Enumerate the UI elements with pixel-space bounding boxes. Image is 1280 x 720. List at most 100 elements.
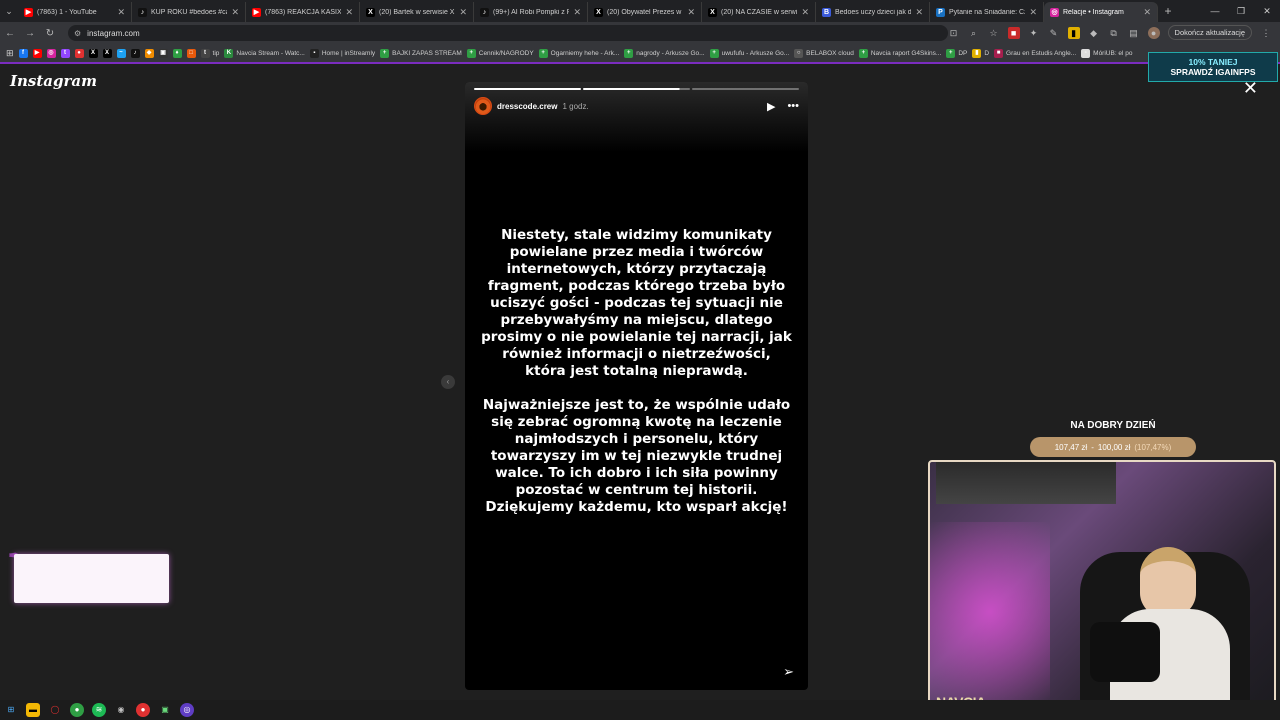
install-icon[interactable]: ⊡ (948, 27, 960, 39)
steam-icon[interactable]: ◉ (114, 703, 128, 717)
tab-close-icon[interactable]: ✕ (801, 7, 809, 18)
obs-icon[interactable]: ◎ (180, 703, 194, 717)
bookmark-item[interactable]: + BAJKI ZAPAS STREAM (380, 48, 462, 58)
bookmark-item[interactable]: + nagrody - Arkusze Go... (624, 48, 705, 58)
bookmark-item[interactable]: ○ BELABOX cloud (794, 48, 854, 58)
browser-tab[interactable]: X (20) Obywatel Prezes w serwi ✕ (588, 2, 702, 22)
extensions-puzzle-icon[interactable]: ⧉ (1108, 27, 1120, 39)
browser-tab[interactable]: B Bedoes uczy dzieci jak działa✕ (816, 2, 930, 22)
extension-icon[interactable]: ✎ (1048, 27, 1060, 39)
chrome-icon[interactable]: ● (70, 703, 84, 717)
bookmark-item[interactable]: t tip (200, 48, 219, 58)
browser-tab[interactable]: X (20) NA CZASIE w serwisie X: ✕ (702, 2, 816, 22)
tab-close-icon[interactable]: ✕ (345, 7, 353, 18)
bookmark-item[interactable]: + uwufufu - Arkusze Go... (709, 48, 790, 58)
more-options-icon[interactable]: ••• (787, 100, 799, 112)
bookmark-item[interactable]: X (102, 48, 112, 58)
story-username[interactable]: dresscode.crew (497, 102, 557, 111)
story-viewer[interactable]: dresscode.crew 1 godz. ▶ ••• Niestety, s… (465, 82, 808, 690)
tab-search-icon[interactable]: ⌄ (0, 0, 18, 22)
bookmark-favicon-icon: + (624, 48, 634, 58)
extension-icon[interactable]: ◆ (1088, 27, 1100, 39)
tab-close-icon[interactable]: ✕ (915, 7, 923, 18)
tab-close-icon[interactable]: ✕ (1143, 7, 1151, 18)
tab-close-icon[interactable]: ✕ (573, 7, 581, 18)
new-tab-button[interactable]: + (1158, 4, 1178, 18)
terminal-icon[interactable]: ▣ (158, 703, 172, 717)
bookmark-item[interactable]: ▫ MóriUB: el po (1081, 48, 1133, 58)
bookmark-item[interactable]: ▪ Home | inStreamly (309, 48, 375, 58)
back-icon[interactable]: ← (0, 22, 20, 44)
bookmark-label: Navcia raport G4Skins... (870, 49, 942, 57)
bookmark-item[interactable]: + Cennik/NAGRODY (466, 48, 534, 58)
bookmark-item[interactable]: ▶ (32, 48, 42, 58)
bookmark-item[interactable]: ▮ D (972, 48, 989, 58)
bookmark-item[interactable]: + Navcia raport G4Skins... (858, 48, 942, 58)
restore-icon[interactable]: ❐ (1228, 0, 1254, 22)
tab-close-icon[interactable]: ✕ (687, 7, 695, 18)
bookmark-item[interactable]: f (18, 48, 28, 58)
update-button[interactable]: Dokończ aktualizację (1167, 25, 1252, 40)
site-info-icon[interactable]: ⚙ (74, 29, 81, 38)
windows-start-icon[interactable]: ⊞ (4, 703, 18, 717)
chrome-icon[interactable]: ● (136, 703, 150, 717)
bookmark-item[interactable]: X (88, 48, 98, 58)
play-icon[interactable]: ▶ (767, 100, 775, 113)
browser-tab[interactable]: ♪ KUP ROKU #bedoes #cancel ✕ (132, 2, 246, 22)
extension-icon[interactable]: ▮ (1067, 26, 1080, 39)
forward-icon[interactable]: → (20, 22, 40, 44)
bookmark-item[interactable]: ~ (116, 48, 126, 58)
goal-separator: - (1091, 442, 1094, 452)
bookmark-favicon-icon: ▪ (309, 48, 319, 58)
file-explorer-icon[interactable]: ▬ (26, 703, 40, 717)
browser-tab[interactable]: ▶ (7863) 1 - YouTube ✕ (18, 2, 132, 22)
menu-kebab-icon[interactable]: ⋮ (1260, 27, 1272, 39)
tab-title: (7863) 1 - YouTube (37, 8, 97, 16)
bookmark-label: BELABOX cloud (806, 49, 854, 57)
browser-tab[interactable]: P Pytanie na Śniadanie: Czerwo ✕ (930, 2, 1044, 22)
bookmark-item[interactable]: ◆ (144, 48, 154, 58)
browser-tab[interactable]: X (20) Bartek w serwisie X: „ ✕ (360, 2, 474, 22)
bookmark-item[interactable]: ♦ (172, 48, 182, 58)
browser-tab[interactable]: ▶ (7863) REAKCJA KASIX NA BE✕ (246, 2, 360, 22)
tab-close-icon[interactable]: ✕ (231, 7, 239, 18)
bookmark-item[interactable]: K Navcia Stream - Watc... (224, 48, 305, 58)
bookmark-label: uwufufu - Arkusze Go... (721, 49, 790, 57)
sidebar-icon[interactable]: ▤ (1128, 27, 1140, 39)
tab-title: Relacje • Instagram (1063, 8, 1124, 16)
tab-close-icon[interactable]: ✕ (459, 7, 467, 18)
bookmark-item[interactable]: ● (74, 48, 84, 58)
tab-close-icon[interactable]: ✕ (117, 7, 125, 18)
spotify-icon[interactable]: ≋ (92, 703, 106, 717)
tab-close-icon[interactable]: ✕ (1029, 7, 1037, 18)
story-progress-segment (474, 88, 581, 90)
apps-grid-icon[interactable]: ⊞ (6, 48, 14, 59)
bookmark-item[interactable]: + Ogarniemy hehe - Ark... (538, 48, 619, 58)
bookmark-item[interactable]: ♪ (130, 48, 140, 58)
avatar[interactable] (474, 97, 492, 115)
bookmark-item[interactable]: □ (186, 48, 196, 58)
zoom-icon[interactable]: ⌕ (968, 27, 980, 39)
story-timestamp: 1 godz. (562, 101, 589, 111)
bookmark-item[interactable]: t (60, 48, 70, 58)
instagram-logo[interactable]: Instagram (10, 72, 97, 90)
send-icon[interactable]: ➢ (783, 664, 794, 680)
profile-avatar-icon[interactable]: ● (1147, 26, 1160, 39)
opera-icon[interactable]: ◯ (48, 703, 62, 717)
bookmark-star-icon[interactable]: ☆ (988, 27, 1000, 39)
webcam-overlay: NAVCIA (928, 460, 1276, 718)
reload-icon[interactable]: ↻ (40, 22, 60, 44)
previous-story-icon[interactable]: ‹ (441, 375, 455, 389)
browser-tab[interactable]: ◎ Relacje • Instagram ✕ (1044, 2, 1158, 22)
story-paragraph: Najważniejsze jest to, że wspólnie udało… (482, 397, 791, 515)
url-input[interactable]: ⚙ instagram.com (68, 25, 948, 41)
bookmark-item[interactable]: ▣ (158, 48, 168, 58)
bookmark-item[interactable]: ■ Grau en Estudis Angle... (994, 48, 1076, 58)
extension-icon[interactable]: ✦ (1028, 27, 1040, 39)
bookmark-item[interactable]: ◎ (46, 48, 56, 58)
minimize-icon[interactable]: — (1202, 0, 1228, 22)
browser-tab[interactable]: ♪ (99+) AI Robi Pompki z Piekar ✕ (474, 2, 588, 22)
close-window-icon[interactable]: ✕ (1254, 0, 1280, 22)
bookmark-item[interactable]: + DP (946, 48, 967, 58)
extension-icon[interactable]: ■ (1007, 26, 1020, 39)
